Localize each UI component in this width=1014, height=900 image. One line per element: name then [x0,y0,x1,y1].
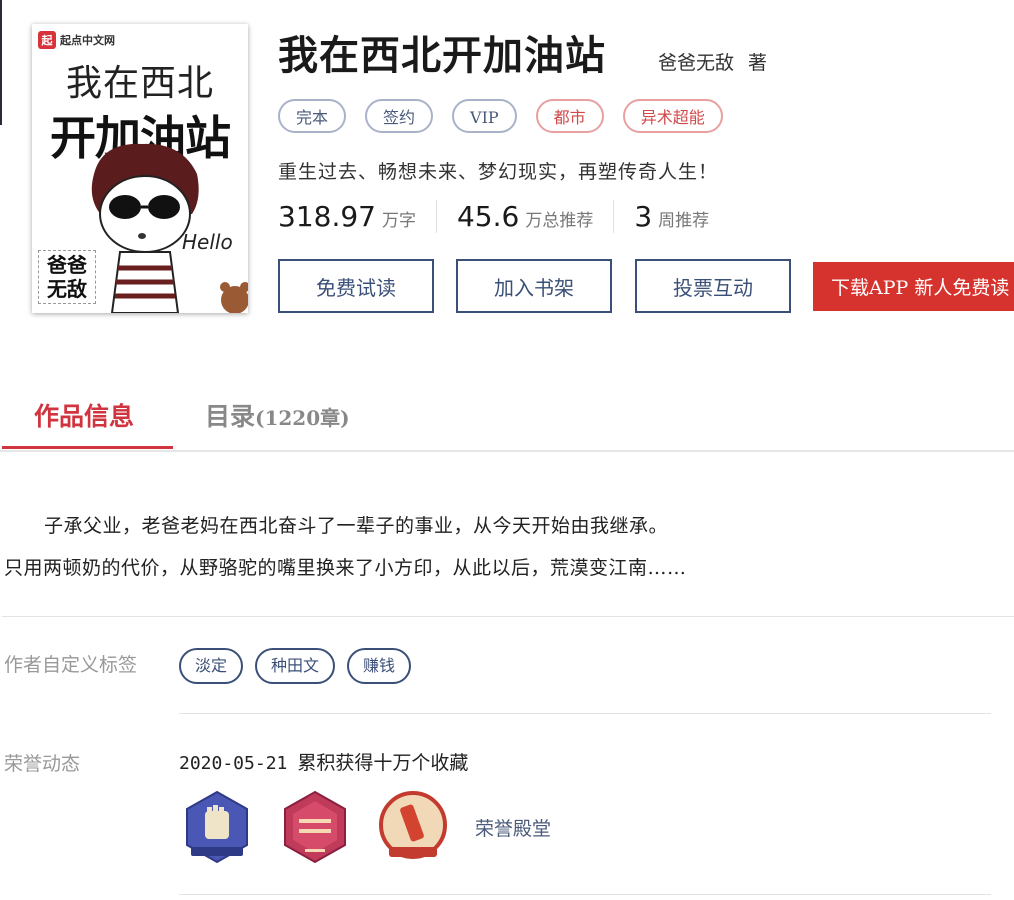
custom-tag[interactable]: 种田文 [255,648,336,684]
tag-subcategory[interactable]: 异术超能 [622,99,723,133]
tag-category[interactable]: 都市 [535,99,604,133]
tag-vip[interactable]: VIP [452,99,517,133]
book-tags: 完本 签约 VIP 都市 异术超能 [278,99,723,133]
left-edge-rule [0,0,2,125]
stat-total-recommend: 45.6 万总推荐 [456,200,615,233]
stat-unit: 万总推荐 [525,211,594,231]
stat-word-count: 318.97 万字 [278,200,437,233]
cover-author-stamp: 爸爸无敌 [38,250,96,304]
custom-tags-label: 作者自定义标签 [4,654,138,676]
divider [2,616,1014,617]
author-suffix: 著 [748,52,768,74]
honor-entry: 2020-05-21 累积获得十万个收藏 [179,748,468,775]
honor-badges: 荣誉殿堂 [179,789,551,865]
read-free-button[interactable]: 免费试读 [278,259,434,313]
honor-label: 荣誉动态 [4,753,81,775]
vote-button[interactable]: 投票互动 [635,259,791,313]
tab-book-info[interactable]: 作品信息 [34,395,134,439]
description-line: 只用两顿奶的代价，从野骆驼的嘴里换来了小方印，从此以后，荒漠变江南…… [4,557,687,579]
add-to-shelf-button[interactable]: 加入书架 [456,259,612,313]
book-stats: 318.97 万字 45.6 万总推荐 3 周推荐 [278,200,749,233]
cover-hello-text: Hello [182,230,233,254]
fist-badge-icon[interactable] [179,789,255,865]
stat-value: 318.97 [278,200,376,233]
book-cover[interactable]: 起 起点中文网 我在西北 开加油站 Hello 爸爸无敌 [32,24,248,313]
book-description: 子承父业，老爸老妈在西北奋斗了一辈子的事业，从今天开始由我继承。 只用两顿奶的代… [4,505,687,589]
tab-catalog-count: (1220章) [255,406,350,430]
custom-tag[interactable]: 淡定 [179,648,244,684]
description-line: 子承父业，老爸老妈在西北奋斗了一辈子的事业，从今天开始由我继承。 [44,515,669,537]
divider [179,894,991,895]
author-name-link[interactable]: 爸爸无敌 [658,52,734,74]
tag-status[interactable]: 完本 [278,99,347,133]
book-intro: 重生过去、畅想未来、梦幻现实，再塑传奇人生！ [278,161,719,183]
honor-text: 累积获得十万个收藏 [297,752,469,774]
custom-tags-list: 淡定 种田文 赚钱 [179,648,412,684]
stat-value: 45.6 [456,200,520,233]
download-app-button[interactable]: 下载APP 新人免费读 [813,262,1014,311]
honor-hall-link[interactable]: 荣誉殿堂 [475,814,551,841]
book-author: 爸爸无敌著 [658,48,767,75]
honor-date: 2020-05-21 [179,753,288,774]
stat-unit: 周推荐 [658,211,710,231]
quality-channel-badge-icon[interactable] [277,789,353,865]
level-up-badge-icon[interactable] [375,789,451,865]
content-tabs: 作品信息 目录(1220章) [0,395,1014,452]
divider [179,713,991,714]
stat-week-recommend: 3 周推荐 [634,200,729,233]
tag-signed[interactable]: 签约 [365,99,434,133]
stat-value: 3 [634,200,653,233]
active-tab-underline [2,446,173,449]
custom-tag[interactable]: 赚钱 [347,648,412,684]
tab-catalog[interactable]: 目录(1220章) [205,395,350,440]
book-title: 我在西北开加油站 [278,33,606,79]
stat-unit: 万字 [381,211,416,231]
tab-catalog-label: 目录 [205,402,256,431]
